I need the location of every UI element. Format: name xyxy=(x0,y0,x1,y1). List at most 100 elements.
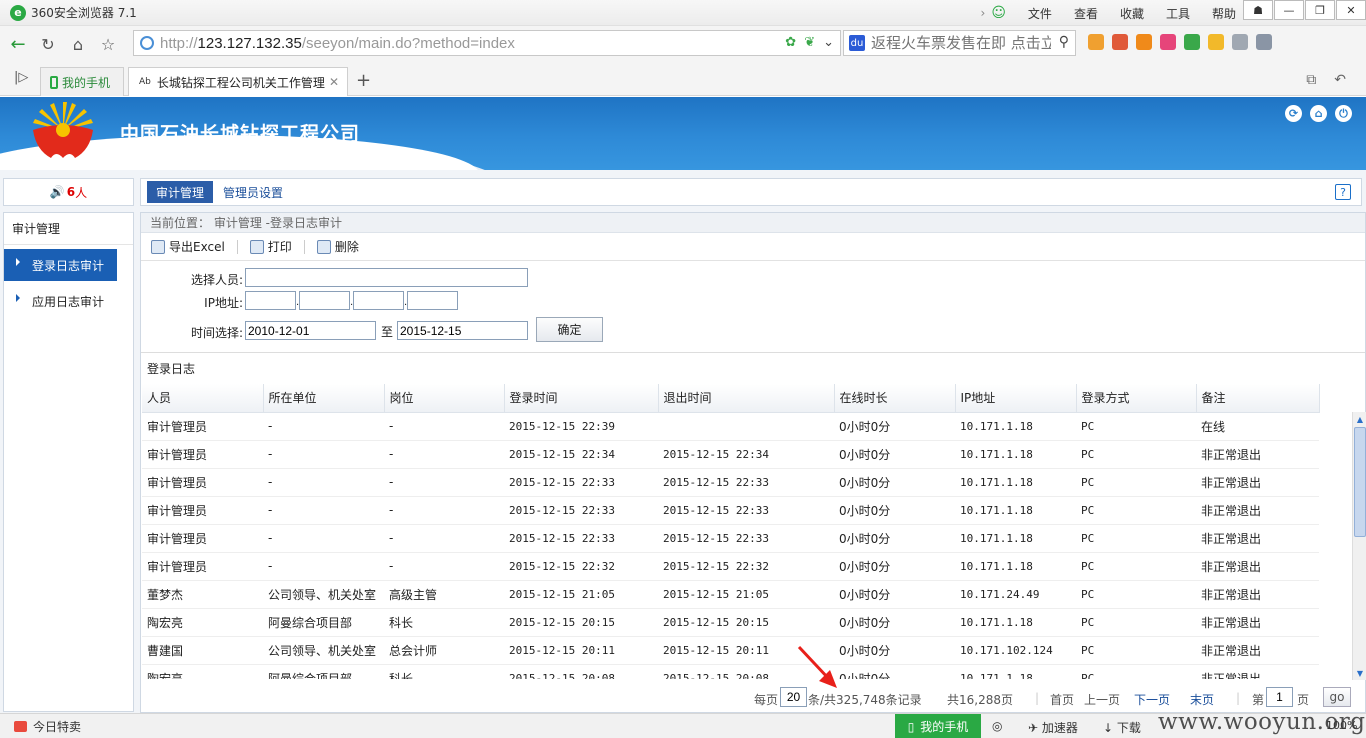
first-page-link[interactable]: 首页 xyxy=(1050,691,1074,708)
goto-page-input[interactable] xyxy=(1266,687,1293,707)
calendar-icon[interactable] xyxy=(1112,34,1128,50)
col-header-login-time[interactable]: 登录时间 xyxy=(504,384,659,413)
table-row[interactable]: 陶宏亮 阿曼综合项目部 科长 2015-12-15 20:15 2015-12-15 2… xyxy=(142,608,1319,637)
sidebar-item-login-log[interactable]: 登录日志审计 xyxy=(4,249,117,281)
export-excel-button[interactable]: 导出Excel xyxy=(151,238,225,255)
menu-favorites[interactable]: 收藏 xyxy=(1120,5,1144,22)
flight-icon[interactable] xyxy=(1136,34,1152,50)
apps-icon[interactable] xyxy=(1088,34,1104,50)
prev-page-link[interactable]: 上一页 xyxy=(1084,691,1120,708)
url-text[interactable]: http://123.127.132.35/seeyon/main.do?met… xyxy=(160,35,515,52)
home-icon[interactable]: ⌂ xyxy=(66,32,90,56)
person-label: 选择人员: xyxy=(190,273,243,287)
tab-my-phone[interactable]: 我的手机 xyxy=(40,67,124,96)
ip-octet-2[interactable] xyxy=(299,291,350,310)
ip-octet-1[interactable] xyxy=(245,291,296,310)
menu-view[interactable]: 查看 xyxy=(1074,5,1098,22)
logout-icon[interactable]: ⏻ xyxy=(1335,105,1352,122)
scroll-thumb[interactable] xyxy=(1354,427,1366,537)
zoom-level[interactable]: 100% xyxy=(1326,719,1357,732)
minimize-button[interactable]: — xyxy=(1274,0,1304,20)
col-header-login-method[interactable]: 登录方式 xyxy=(1076,384,1197,413)
col-header-post[interactable]: 岗位 xyxy=(384,384,505,413)
table-row[interactable]: 审计管理员 - -2015-12-15 22:33 2015-12-15 22:33 0… xyxy=(142,524,1319,553)
cell-login-method: PC xyxy=(1076,580,1196,609)
col-header-remark[interactable]: 备注 xyxy=(1196,384,1320,413)
search-icon[interactable]: ⚲ xyxy=(1059,34,1069,50)
table-row[interactable]: 审计管理员 - -2015-12-15 22:33 2015-12-15 22:33 0… xyxy=(142,468,1319,497)
speed-icon[interactable]: ✿ xyxy=(785,35,796,50)
delete-button[interactable]: 删除 xyxy=(316,238,359,255)
date-to-input[interactable] xyxy=(397,321,528,340)
table-row[interactable]: 曹建国 公司领导、机关处室 总会计师 2015-12-15 20:11 2015-12-… xyxy=(142,636,1319,665)
per-page-input[interactable] xyxy=(780,687,807,707)
screenshot-icon[interactable] xyxy=(1232,34,1248,50)
star-icon[interactable]: ☆ xyxy=(96,32,120,56)
col-header-person[interactable]: 人员 xyxy=(142,384,264,413)
col-header-duration[interactable]: 在线时长 xyxy=(834,384,956,413)
maximize-button[interactable]: ❐ xyxy=(1305,0,1335,20)
tab-bar: |▷ 我的手机 Ab 长城钻探工程公司机关工作管理 ✕ + ⧉ ↶ xyxy=(0,62,1366,96)
tab-audit-management[interactable]: 审计管理 xyxy=(147,181,214,203)
close-button[interactable]: ✕ xyxy=(1336,0,1366,20)
cell-login-method: PC xyxy=(1076,468,1196,497)
next-page-link[interactable]: 下一页 xyxy=(1134,691,1170,708)
daily-deals-link[interactable]: 今日特卖 xyxy=(14,718,81,735)
ip-octet-3[interactable] xyxy=(353,291,404,310)
col-header-unit[interactable]: 所在单位 xyxy=(263,384,385,413)
scissors-icon[interactable] xyxy=(1256,34,1272,50)
chevron-right-icon[interactable]: › xyxy=(981,6,986,20)
tab-work-management[interactable]: Ab 长城钻探工程公司机关工作管理 ✕ xyxy=(128,67,348,96)
new-tab-icon[interactable]: + xyxy=(356,70,371,91)
confirm-button[interactable]: 确定 xyxy=(536,317,603,342)
chevron-down-icon[interactable]: ⌄ xyxy=(823,35,834,50)
back-arrow-icon[interactable]: ← xyxy=(6,32,30,56)
sidebar-toggle-icon[interactable]: |▷ xyxy=(14,70,28,85)
print-button[interactable]: 打印 xyxy=(249,238,292,255)
home-icon[interactable]: ⌂ xyxy=(1310,105,1327,122)
go-button[interactable]: go xyxy=(1323,687,1351,707)
close-tab-icon[interactable]: ✕ xyxy=(329,75,339,89)
sidebar-item-app-log[interactable]: 应用日志审计 xyxy=(4,285,117,317)
url-field[interactable]: http://123.127.132.35/seeyon/main.do?met… xyxy=(133,30,841,56)
accelerator-button[interactable]: ✈ 加速器 xyxy=(1028,719,1078,736)
undo-close-icon[interactable]: ↶ xyxy=(1334,72,1346,88)
table-scrollbar[interactable]: ▲ ▼ xyxy=(1352,412,1366,680)
ip-octet-4[interactable] xyxy=(407,291,458,310)
menu-help[interactable]: 帮助 xyxy=(1212,5,1236,22)
scroll-down-icon[interactable]: ▼ xyxy=(1354,667,1366,679)
last-page-link[interactable]: 末页 xyxy=(1190,691,1214,708)
table-row[interactable]: 审计管理员 - -2015-12-15 22:34 2015-12-15 22:34 0… xyxy=(142,440,1319,469)
menu-file[interactable]: 文件 xyxy=(1028,5,1052,22)
refresh-icon[interactable]: ↻ xyxy=(36,32,60,56)
table-row[interactable]: 陶宏亮 阿曼综合项目部 科长 2015-12-15 20:08 2015-12-15 2… xyxy=(142,664,1319,679)
person-input[interactable] xyxy=(245,268,528,287)
my-phone-button[interactable]: ▯ 我的手机 xyxy=(895,714,981,738)
skin-icon[interactable]: ☗ xyxy=(1243,0,1273,20)
refresh-icon[interactable]: ⟳ xyxy=(1285,105,1302,122)
download-button[interactable]: ↓ 下载 xyxy=(1103,719,1141,736)
table-row[interactable]: 审计管理员 - -2015-12-15 22:32 2015-12-15 22:32 0… xyxy=(142,552,1319,581)
table-row[interactable]: 董梦杰 公司领导、机关处室 高级主管 2015-12-15 21:05 2015-12-… xyxy=(142,580,1319,609)
baidu-paw-icon[interactable]: du xyxy=(849,35,865,51)
date-from-input[interactable] xyxy=(245,321,376,340)
shield-icon[interactable] xyxy=(1184,34,1200,50)
table-row[interactable]: 审计管理员 - -2015-12-15 22:39 0小时0分 10.171.1.18 P… xyxy=(142,412,1319,441)
menu-tools[interactable]: 工具 xyxy=(1166,5,1190,22)
tab-admin-settings[interactable]: 管理员设置 xyxy=(223,184,283,201)
cart-icon[interactable] xyxy=(1208,34,1224,50)
col-header-ip[interactable]: IP地址 xyxy=(955,384,1077,413)
ie-mode-icon[interactable]: ◎ xyxy=(992,719,1002,733)
col-header-logout-time[interactable]: 退出时间 xyxy=(658,384,835,413)
compat-icon[interactable]: ❦ xyxy=(804,35,815,50)
search-box[interactable]: du ⚲ xyxy=(843,30,1076,56)
help-icon[interactable]: ? xyxy=(1335,184,1351,200)
table-row[interactable]: 审计管理员 - -2015-12-15 22:33 2015-12-15 22:33 0… xyxy=(142,496,1319,525)
search-input[interactable] xyxy=(871,34,1051,52)
user-icon[interactable]: ☺ xyxy=(991,5,1006,21)
cell-unit: 阿曼综合项目部 xyxy=(263,608,384,637)
scroll-up-icon[interactable]: ▲ xyxy=(1354,413,1366,425)
gift-icon[interactable] xyxy=(1160,34,1176,50)
online-count[interactable]: 🔊 6 人 xyxy=(3,178,134,206)
restore-tabs-icon[interactable]: ⧉ xyxy=(1306,72,1316,88)
